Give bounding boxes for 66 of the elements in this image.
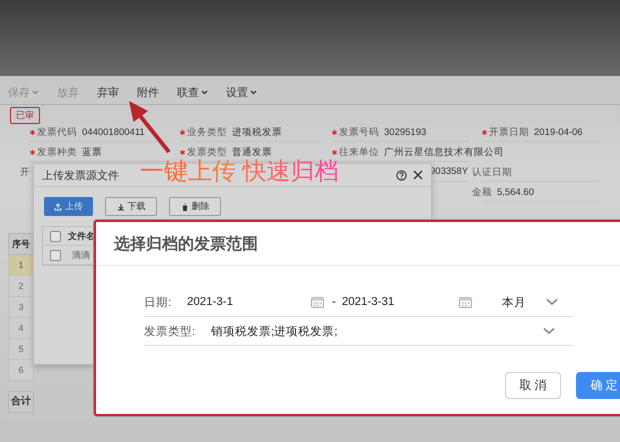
chevron-down-icon[interactable]	[543, 327, 555, 335]
field-label: 金额	[472, 186, 492, 199]
field-label: 认证日期	[472, 166, 512, 179]
total-label: 合计	[8, 391, 34, 413]
field-value: 044001800411	[82, 127, 145, 138]
calendar-icon[interactable]	[311, 296, 324, 308]
required-icon	[30, 130, 35, 135]
row-number[interactable]: 4	[8, 318, 34, 339]
toolbar-button[interactable]: 弃审	[97, 84, 119, 100]
dialog-title: 选择归档的发票范围	[96, 222, 620, 266]
required-icon	[332, 130, 337, 135]
file-name: 滴滴	[71, 248, 90, 262]
field-label: 发票类型	[180, 146, 227, 159]
help-icon[interactable]	[396, 170, 407, 180]
status-tag: 已审	[10, 107, 40, 124]
field-label: 业务类型	[180, 126, 227, 139]
upload-icon	[54, 202, 62, 210]
field-value: 广州云星信息技术有限公司	[384, 146, 504, 159]
field-value: 蓝票	[82, 146, 102, 159]
toolbar-button[interactable]: 上传	[44, 197, 93, 216]
field-value: 30295193	[384, 127, 426, 138]
column-header: 序号	[8, 233, 34, 255]
checkbox[interactable]	[50, 230, 61, 242]
required-icon	[180, 130, 185, 135]
checkbox[interactable]	[50, 250, 61, 260]
field-label: 发票种类	[30, 146, 77, 159]
dialog-title: 上传发票源文件	[42, 168, 119, 182]
field-label: 往来单位	[332, 146, 379, 159]
required-icon	[482, 130, 487, 135]
invoice-type-dropdown[interactable]: 销项税发票;进项税发票;	[211, 324, 555, 338]
toolbar-button[interactable]: 联查	[177, 84, 208, 100]
range-separator: -	[332, 296, 336, 308]
caret-icon	[32, 90, 39, 94]
field-label: 日期:	[144, 296, 172, 310]
field-label: 发票号码	[332, 126, 379, 139]
required-icon	[180, 150, 185, 155]
toolbar-button[interactable]: 下载	[105, 197, 157, 216]
field-label: 发票代码	[30, 126, 77, 139]
period-dropdown[interactable]: 本月	[502, 294, 558, 310]
field-label: 开	[20, 166, 30, 179]
download-icon	[116, 202, 124, 210]
end-date-field[interactable]: 2021-3-31	[342, 296, 472, 308]
trash-icon	[180, 202, 188, 210]
field-label: 开票日期	[482, 126, 529, 139]
start-date-field[interactable]: 2021-3-1	[187, 296, 324, 308]
row-number[interactable]: 3	[8, 297, 34, 318]
toolbar-button[interactable]: 设置	[226, 84, 257, 100]
caret-icon	[201, 90, 208, 94]
row-number[interactable]: 1	[8, 255, 34, 276]
caret-icon	[250, 90, 257, 94]
row-number[interactable]: 2	[8, 276, 34, 297]
close-icon[interactable]	[413, 170, 423, 180]
field-label: 发票类型:	[144, 324, 196, 338]
field-value: 进项税发票	[232, 126, 282, 139]
required-icon	[332, 150, 337, 155]
toolbar-button[interactable]: 删除	[169, 197, 221, 216]
toolbar-button[interactable]: 附件	[137, 84, 159, 100]
required-icon	[30, 150, 35, 155]
calendar-icon[interactable]	[458, 296, 472, 308]
row-number[interactable]: 6	[8, 360, 34, 381]
row-number[interactable]: 5	[8, 339, 34, 360]
chevron-down-icon[interactable]	[546, 298, 558, 306]
field-value: 5,564.60	[497, 187, 534, 198]
cancel-button[interactable]: 取 消	[505, 372, 561, 399]
field-value: 普通发票	[232, 146, 272, 159]
field-value: 2019-04-06	[534, 127, 583, 138]
